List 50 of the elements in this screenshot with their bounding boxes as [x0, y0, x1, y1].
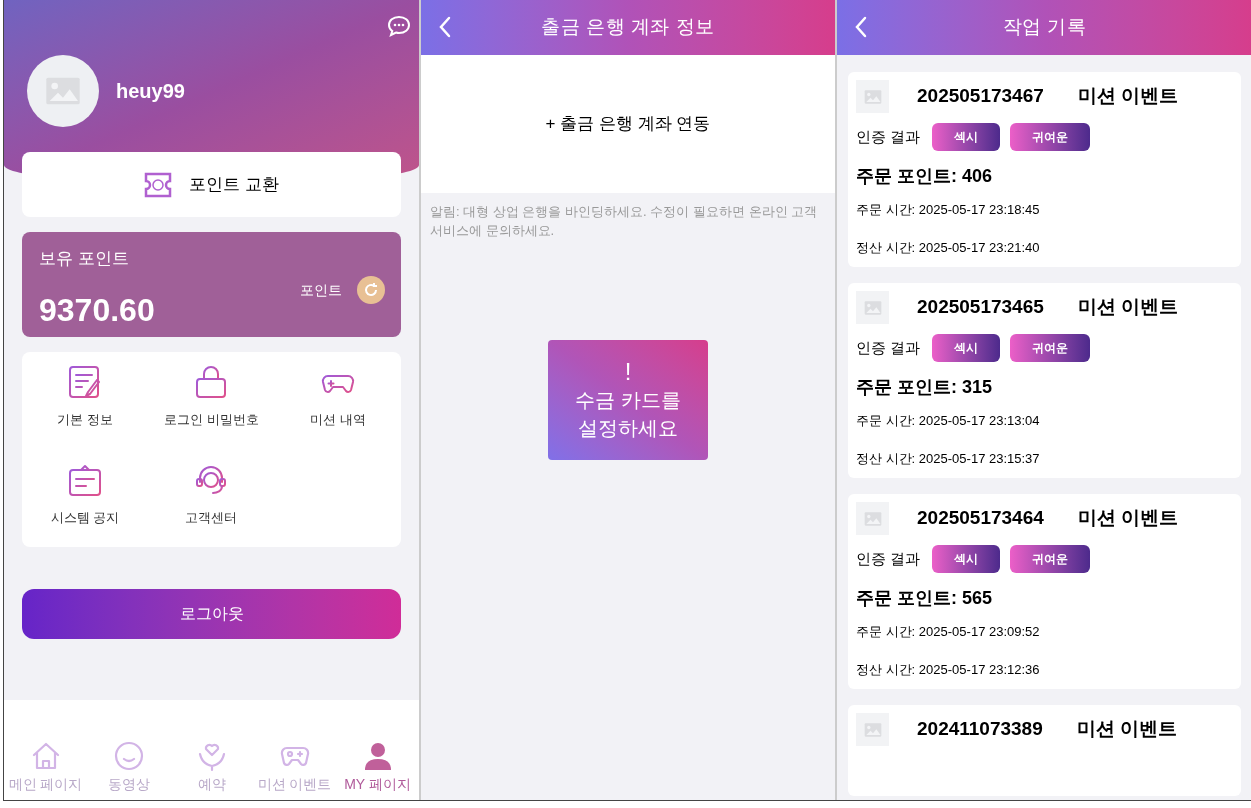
header-title: 출금 은행 계좌 정보: [541, 15, 715, 40]
add-bank-account-button[interactable]: + 출금 은행 계좌 연동: [421, 55, 835, 193]
menu-item[interactable]: 로그인 비밀번호: [148, 364, 275, 430]
tag: 섹시: [932, 123, 1001, 151]
menu-item[interactable]: 기본 정보: [22, 364, 149, 430]
order-number: 202505173465: [917, 295, 1044, 320]
nav-tab[interactable]: MY 페이지: [336, 740, 419, 795]
record-type: 미션 이벤트: [1077, 295, 1179, 320]
order-time: 주문 시간: 2025-05-17 23:18:45: [856, 201, 1041, 219]
menu-item[interactable]: 고객센터: [148, 461, 275, 527]
tag: 섹시: [932, 545, 1001, 573]
back-chevron-icon: [854, 16, 868, 38]
result-label: 인증 결과: [856, 126, 921, 147]
result-label: 인증 결과: [856, 548, 921, 569]
tag: 섹시: [932, 334, 1001, 362]
smiley-icon: [112, 740, 145, 772]
order-points: 주문 포인트: 315: [856, 376, 994, 399]
order-number: 202505173467: [917, 84, 1044, 109]
back-chevron-icon: [438, 16, 452, 38]
order-number: 202411073389: [917, 717, 1043, 742]
tag: 귀여운: [1010, 334, 1091, 362]
point-exchange-button[interactable]: 포인트 교환: [22, 152, 401, 217]
order-points: 주문 포인트: 565: [856, 587, 994, 610]
record-type: 미션 이벤트: [1077, 84, 1179, 109]
result-label: 인증 결과: [856, 337, 921, 358]
order-time: 주문 시간: 2025-05-17 23:13:04: [856, 412, 1041, 430]
menu-item[interactable]: 미션 내역: [274, 364, 401, 430]
order-number: 202505173464: [917, 506, 1044, 531]
menu-item[interactable]: 시스템 공지: [22, 461, 149, 527]
refresh-icon: [363, 282, 379, 298]
record-type: 미션 이벤트: [1077, 506, 1179, 531]
balance-amount: 9370.60: [39, 290, 155, 330]
settle-time: 정산 시간: 2025-05-17 23:15:37: [856, 449, 1041, 468]
ticket-coin-icon: [144, 171, 173, 198]
balance-title: 보유 포인트: [39, 248, 130, 270]
set-card-button[interactable]: ! 수금 카드를 설정하세요: [548, 340, 708, 460]
username: heuy99: [116, 79, 185, 104]
settle-time: 정산 시간: 2025-05-17 23:21:40: [856, 238, 1041, 257]
settle-time: 정산 시간: 2025-05-17 23:12:36: [856, 660, 1041, 679]
order-points: 주문 포인트: 406: [856, 165, 994, 188]
refresh-button[interactable]: [357, 276, 385, 304]
tag: 귀여운: [1010, 545, 1091, 573]
notice-text: 알림: 대형 상업 은행을 바인딩하세요. 수정이 필요하면 온라인 고객 서비스에 문의하세요.: [429, 203, 819, 240]
record-type: 미션 이벤트: [1076, 717, 1178, 742]
points-unit: 포인트: [300, 280, 342, 300]
chat-bubble-icon: [387, 15, 411, 37]
header-title: 작업 기록: [1002, 15, 1087, 40]
logout-button[interactable]: 로그아웃: [22, 589, 401, 639]
order-time: 주문 시간: 2025-05-17 23:09:52: [856, 623, 1041, 641]
tag: 귀여운: [1010, 123, 1091, 151]
